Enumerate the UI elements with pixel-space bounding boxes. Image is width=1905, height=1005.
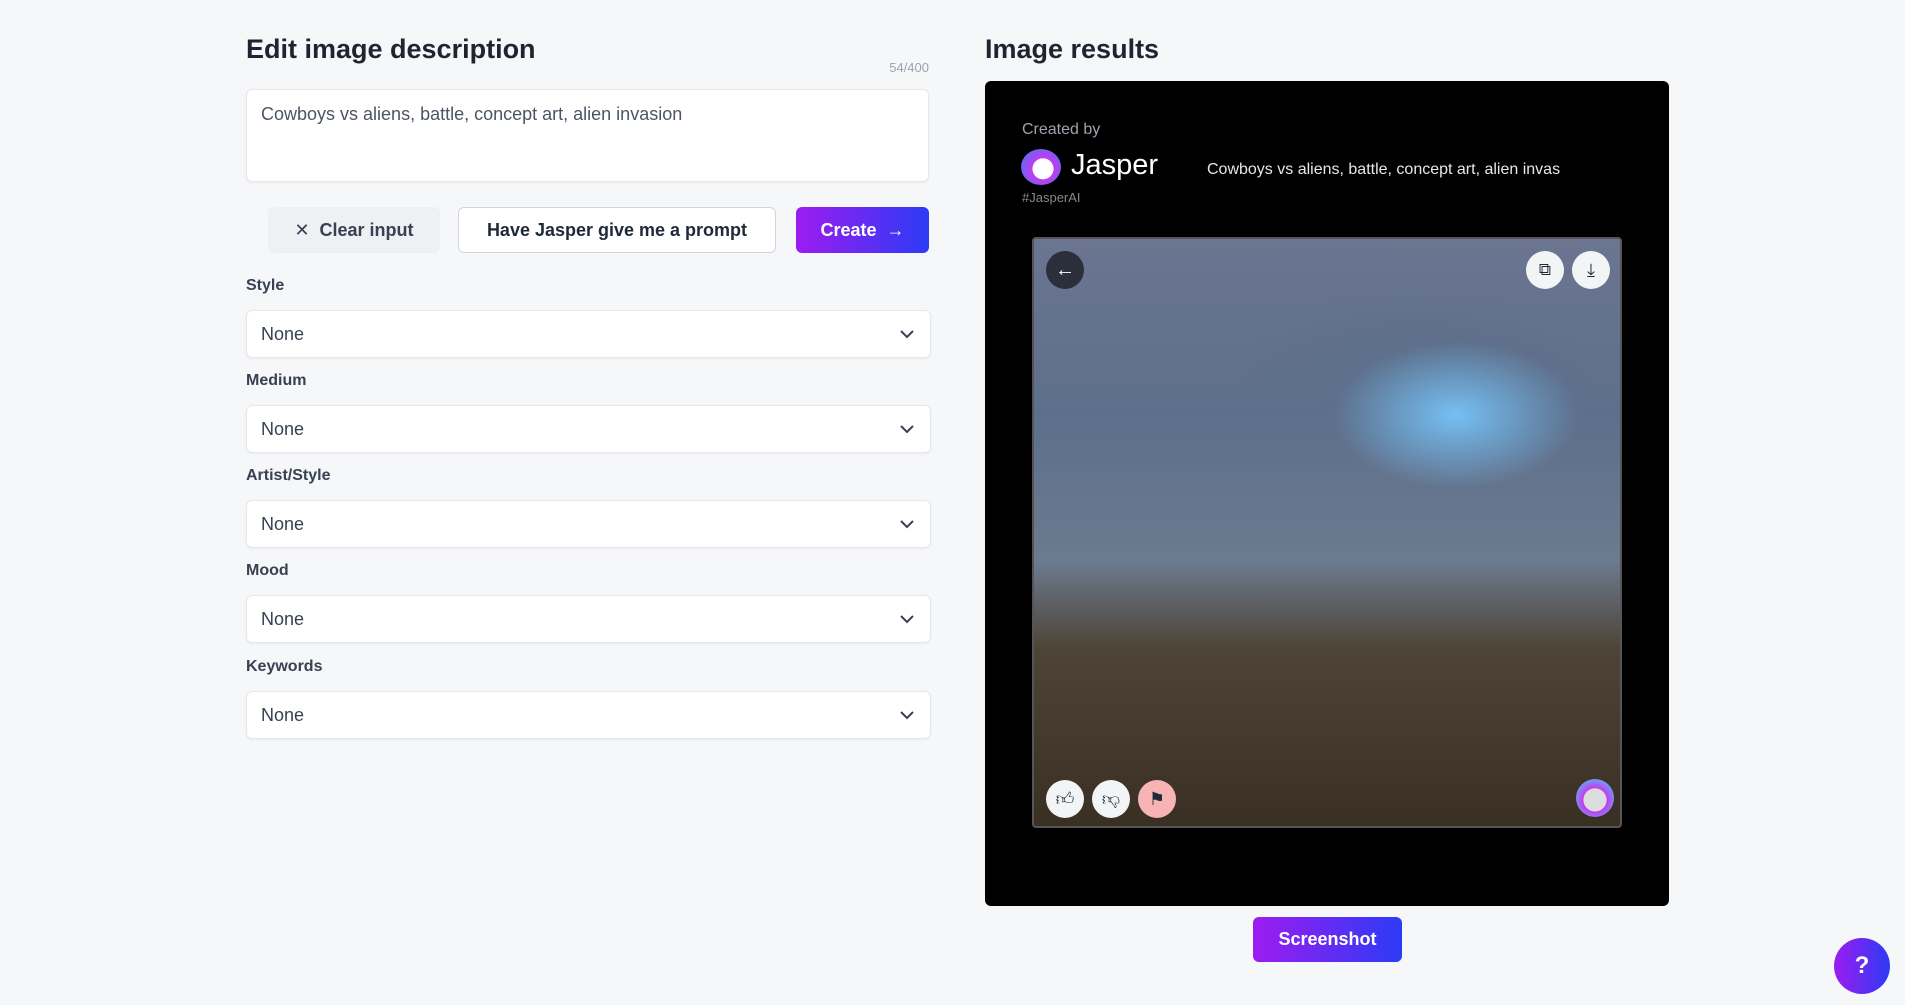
prompt-text: Cowboys vs aliens, battle, concept art, … xyxy=(1207,161,1561,178)
flag-icon[interactable]: ⚑ xyxy=(1138,780,1176,818)
give-prompt-button[interactable]: Have Jasper give me a prompt xyxy=(458,207,776,253)
chevron-down-icon xyxy=(900,710,914,719)
jasper-logo-icon xyxy=(1021,149,1061,185)
results-title: Image results xyxy=(985,34,1160,64)
field-select[interactable]: None xyxy=(246,595,931,643)
field-label: Mood xyxy=(246,562,289,579)
description-input[interactable]: Cowboys vs aliens, battle, concept art, … xyxy=(246,89,929,182)
thumbs-down-icon[interactable]: 👎︎ xyxy=(1092,780,1130,818)
field-select[interactable]: None xyxy=(246,310,931,358)
brand-name: Jasper xyxy=(1071,149,1159,181)
download-icon[interactable]: ⤓ xyxy=(1572,251,1610,289)
char-counter: 54/400 xyxy=(889,60,929,75)
field-select[interactable]: None xyxy=(246,500,931,548)
field-select[interactable]: None xyxy=(246,405,931,453)
field-label: Style xyxy=(246,277,285,294)
jasper-watermark-icon xyxy=(1576,779,1614,817)
field-label: Artist/Style xyxy=(246,467,331,484)
generated-image[interactable]: ← ⧉ ⤓ 👍︎ 👎︎ ⚑ xyxy=(1032,237,1622,828)
page-title: Edit image description xyxy=(246,34,536,64)
copy-icon[interactable]: ⧉ xyxy=(1526,251,1564,289)
close-icon: ✕ xyxy=(294,219,310,240)
back-arrow-icon[interactable]: ← xyxy=(1046,251,1084,289)
created-by-label: Created by xyxy=(1022,121,1101,138)
chevron-down-icon xyxy=(900,329,914,338)
result-card: Created by Jasper #JasperAI Cowboys vs a… xyxy=(985,81,1669,906)
create-button[interactable]: Create → xyxy=(796,207,929,253)
field-label: Keywords xyxy=(246,658,323,675)
arrow-right-icon: → xyxy=(886,219,905,240)
chevron-down-icon xyxy=(900,424,914,433)
clear-input-button[interactable]: ✕ Clear input xyxy=(268,207,440,253)
hashtag: #JasperAI xyxy=(1022,190,1081,205)
screenshot-button[interactable]: Screenshot xyxy=(1253,917,1402,962)
thumbs-up-icon[interactable]: 👍︎ xyxy=(1046,780,1084,818)
help-button[interactable]: ? xyxy=(1834,938,1890,994)
chevron-down-icon xyxy=(900,519,914,528)
chevron-down-icon xyxy=(900,614,914,623)
field-label: Medium xyxy=(246,372,307,389)
field-select[interactable]: None xyxy=(246,691,931,739)
